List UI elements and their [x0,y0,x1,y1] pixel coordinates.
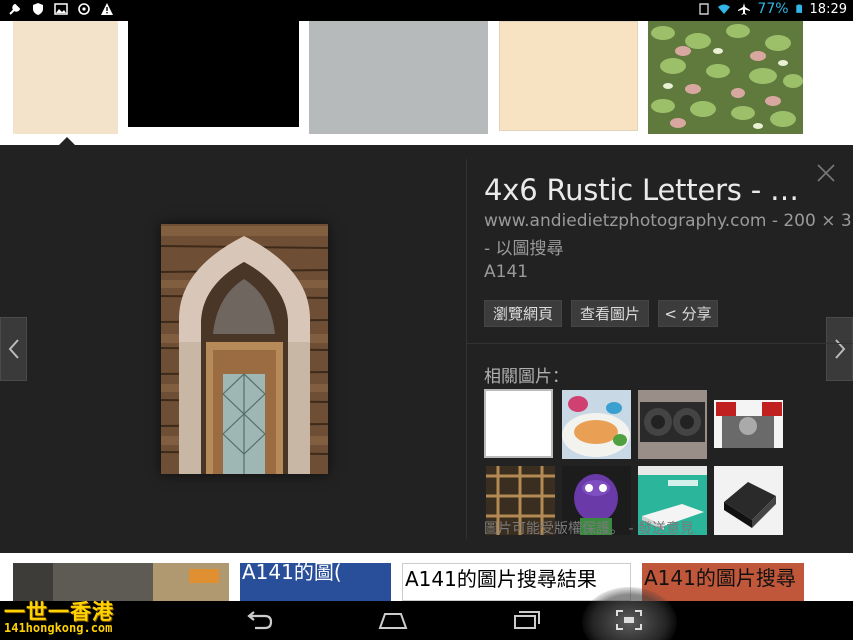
notification-icons [8,2,114,16]
copyright-notice: 圖片可能受版權保護。 - 發送意見 [484,518,694,538]
view-image-button[interactable]: 查看圖片 [571,300,649,327]
related-image-8[interactable] [714,466,783,535]
image-description: A141 [484,262,529,282]
related-images-label: 相關圖片： [484,367,569,387]
image-icon [54,3,68,15]
back-arrow-icon [247,611,273,630]
image-preview-panel: 4x6 Rustic Letters - … www.andiedietzpho… [0,145,853,553]
screenshot-button[interactable] [613,608,645,632]
wrench-icon [9,3,21,15]
search-by-image-link[interactable]: - 以圖搜尋 [484,234,564,259]
result-thumbnail-gray[interactable] [309,21,488,134]
wifi-icon [718,4,731,14]
panel-divider [466,159,467,539]
image-source-url[interactable]: www.andiedietzphotography.com - 200 × 3 [484,211,853,231]
preview-image[interactable] [160,224,329,474]
top-results-strip [0,21,853,145]
visit-page-button[interactable]: 瀏覽網頁 [484,300,562,327]
recent-apps-button[interactable] [511,608,543,632]
related-image-3[interactable] [638,390,707,459]
next-image-button[interactable] [826,317,853,381]
watermark-logo: 一世一香港 141hongkong.com [0,596,125,640]
related-image-2[interactable] [562,390,631,459]
related-image-1[interactable] [484,389,553,458]
food-plate-photo [562,390,631,459]
system-icons: 77% 18:29 [697,1,847,17]
screenshot-icon [616,610,642,630]
airplane-icon [738,3,751,15]
feedback-link[interactable]: - 發送意見 [624,521,694,537]
clock: 18:29 [809,1,847,17]
speaker-photo [638,390,707,459]
shield-icon [33,3,43,15]
white-image [486,391,551,456]
status-bar: 77% 18:29 [0,0,853,21]
chevron-left-icon [8,339,19,359]
home-button[interactable] [377,608,409,632]
copyright-text: 圖片可能受版權保護。 [484,521,624,537]
home-icon [378,613,408,629]
system-nav-bar [0,601,853,640]
leaves-photo [648,21,803,134]
black-box-photo [714,466,783,535]
result-thumbnail-beige[interactable] [13,21,118,134]
sync-icon [78,3,90,15]
previous-image-button[interactable] [0,317,27,381]
section-divider [467,343,853,344]
poster-photo [714,390,783,459]
warning-icon [101,3,113,15]
alarm-icon [699,3,710,15]
result-thumbnail-leaves[interactable] [648,21,803,134]
watermark-site: 141hongkong.com [4,621,113,635]
back-button[interactable] [243,608,275,632]
chevron-right-icon [834,339,845,359]
result-thumbnail-cream[interactable] [499,21,638,131]
bottom-results-strip: A141的圖( A141的圖片搜尋結果 A141的圖片搜尋 [0,553,853,601]
battery-icon [795,4,802,13]
rustic-window-photo [160,224,329,474]
recent-apps-icon [514,611,540,629]
result-item-2[interactable]: A141的圖( [240,563,391,601]
image-title[interactable]: 4x6 Rustic Letters - … [484,173,824,207]
result-thumbnail-black[interactable] [128,21,299,127]
related-image-4[interactable] [714,390,783,459]
result-item-4[interactable]: A141的圖片搜尋 [642,563,804,601]
share-button[interactable]: < 分享 [658,300,718,327]
battery-percent: 77% [757,1,789,17]
